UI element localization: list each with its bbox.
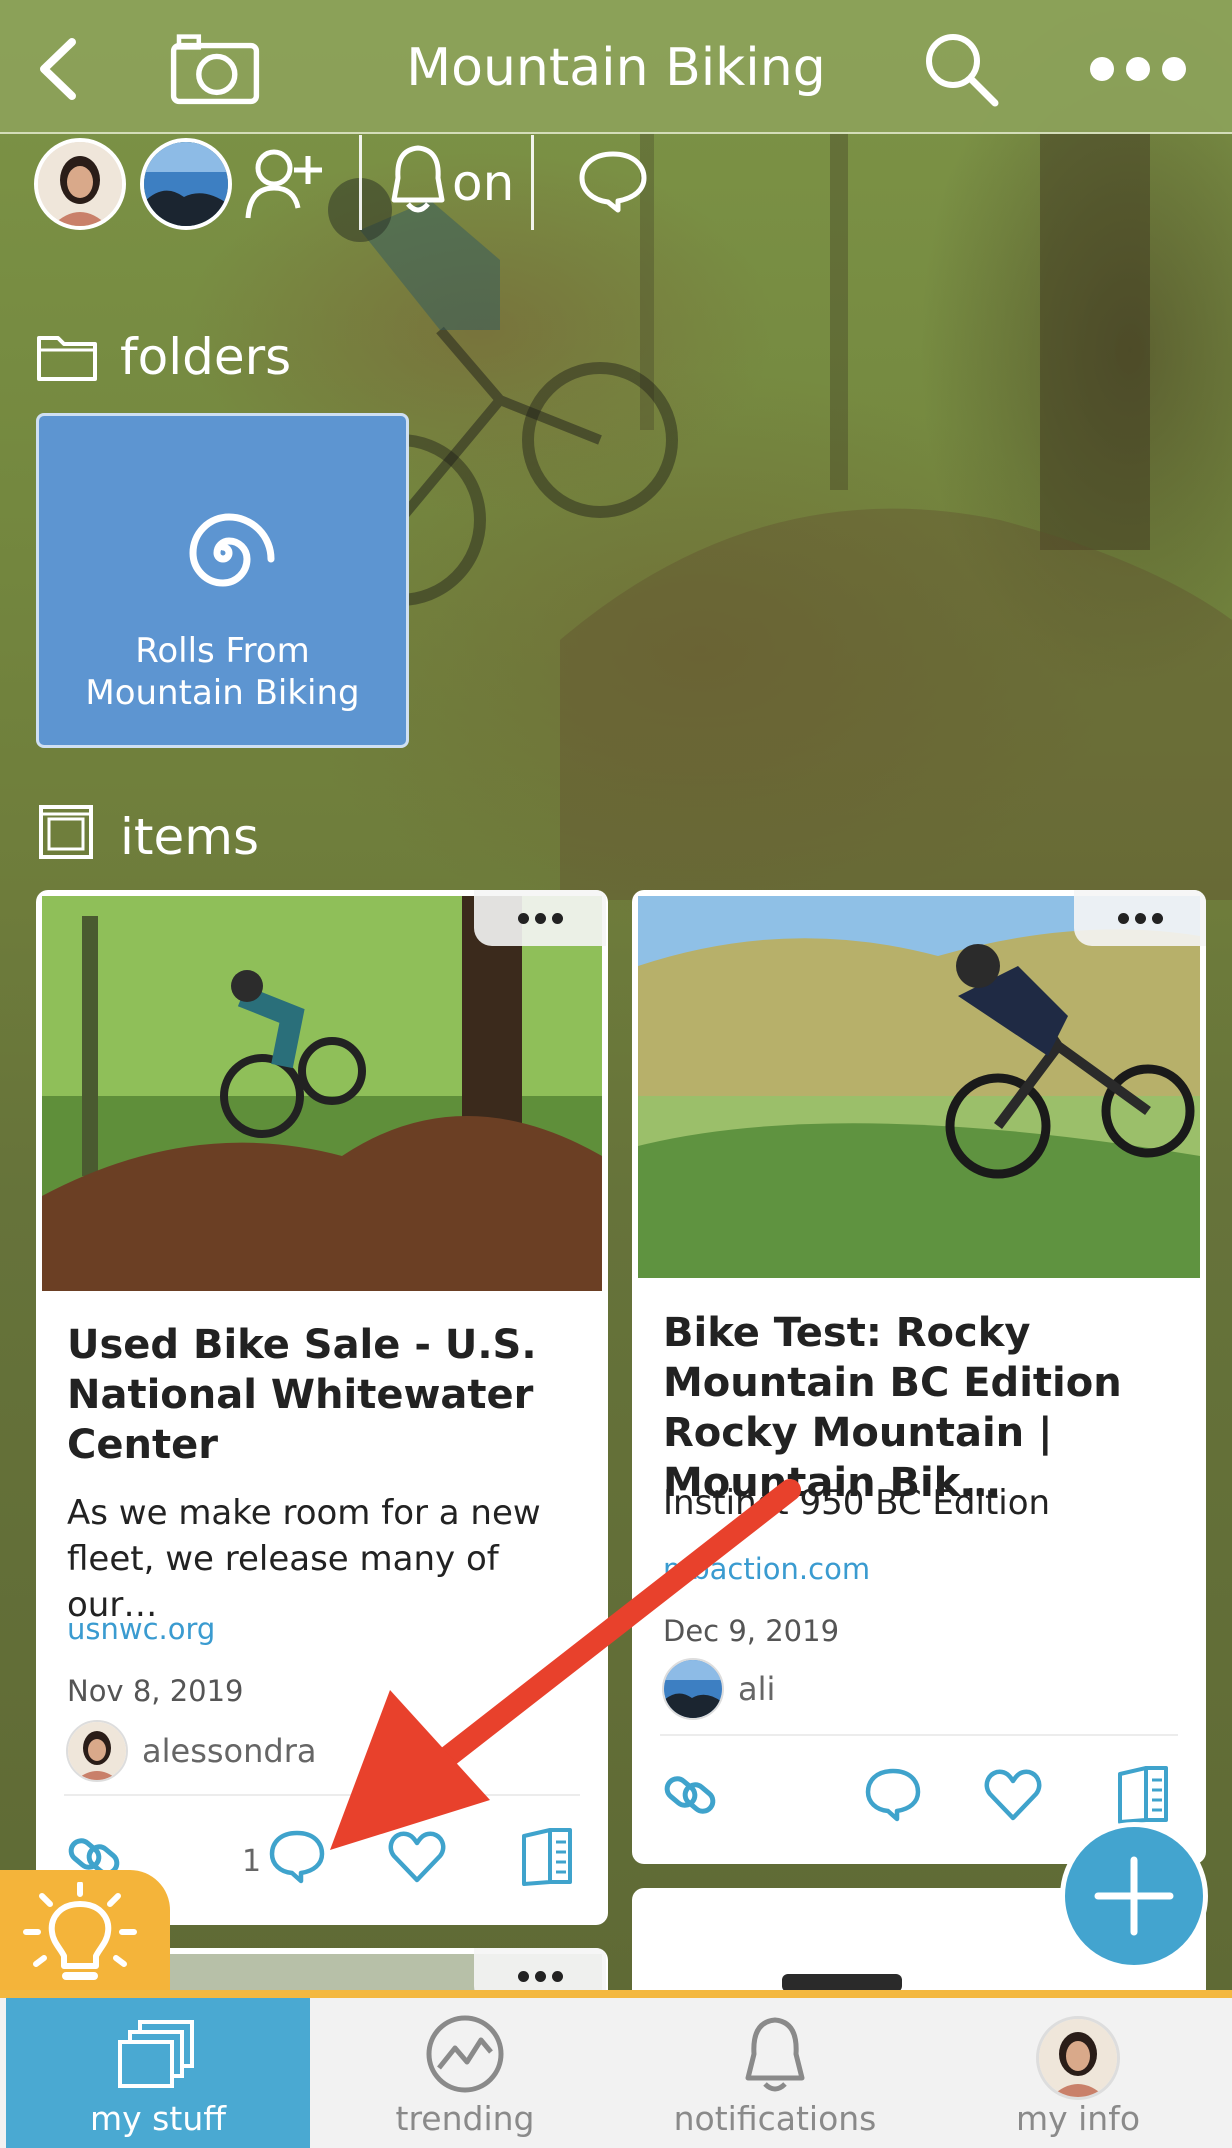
avatar xyxy=(1036,2016,1120,2100)
add-item-button[interactable] xyxy=(1060,1822,1208,1970)
trending-icon xyxy=(426,2015,504,2093)
folders-stack-icon xyxy=(118,2020,194,2088)
plus-icon xyxy=(1094,1856,1174,1936)
nav-my-stuff[interactable]: my stuff xyxy=(6,1998,310,2148)
avatar-photo xyxy=(1039,2019,1117,2097)
bottom-nav: my stuff trending notifications my info xyxy=(0,1990,1232,2148)
bell-icon xyxy=(745,2017,805,2092)
nav-my-info[interactable]: my info xyxy=(930,1998,1226,2148)
nav-label: my info xyxy=(1015,2099,1141,2138)
lightbulb-icon xyxy=(23,1882,137,1980)
annotation-arrow xyxy=(330,1479,801,1850)
tips-button[interactable] xyxy=(0,1870,170,1995)
nav-label: notifications xyxy=(673,2099,877,2138)
nav-notifications[interactable]: notifications xyxy=(620,1998,930,2148)
nav-label: my stuff xyxy=(90,2099,226,2138)
nav-label: trending xyxy=(395,2099,535,2138)
nav-trending[interactable]: trending xyxy=(310,1998,620,2148)
